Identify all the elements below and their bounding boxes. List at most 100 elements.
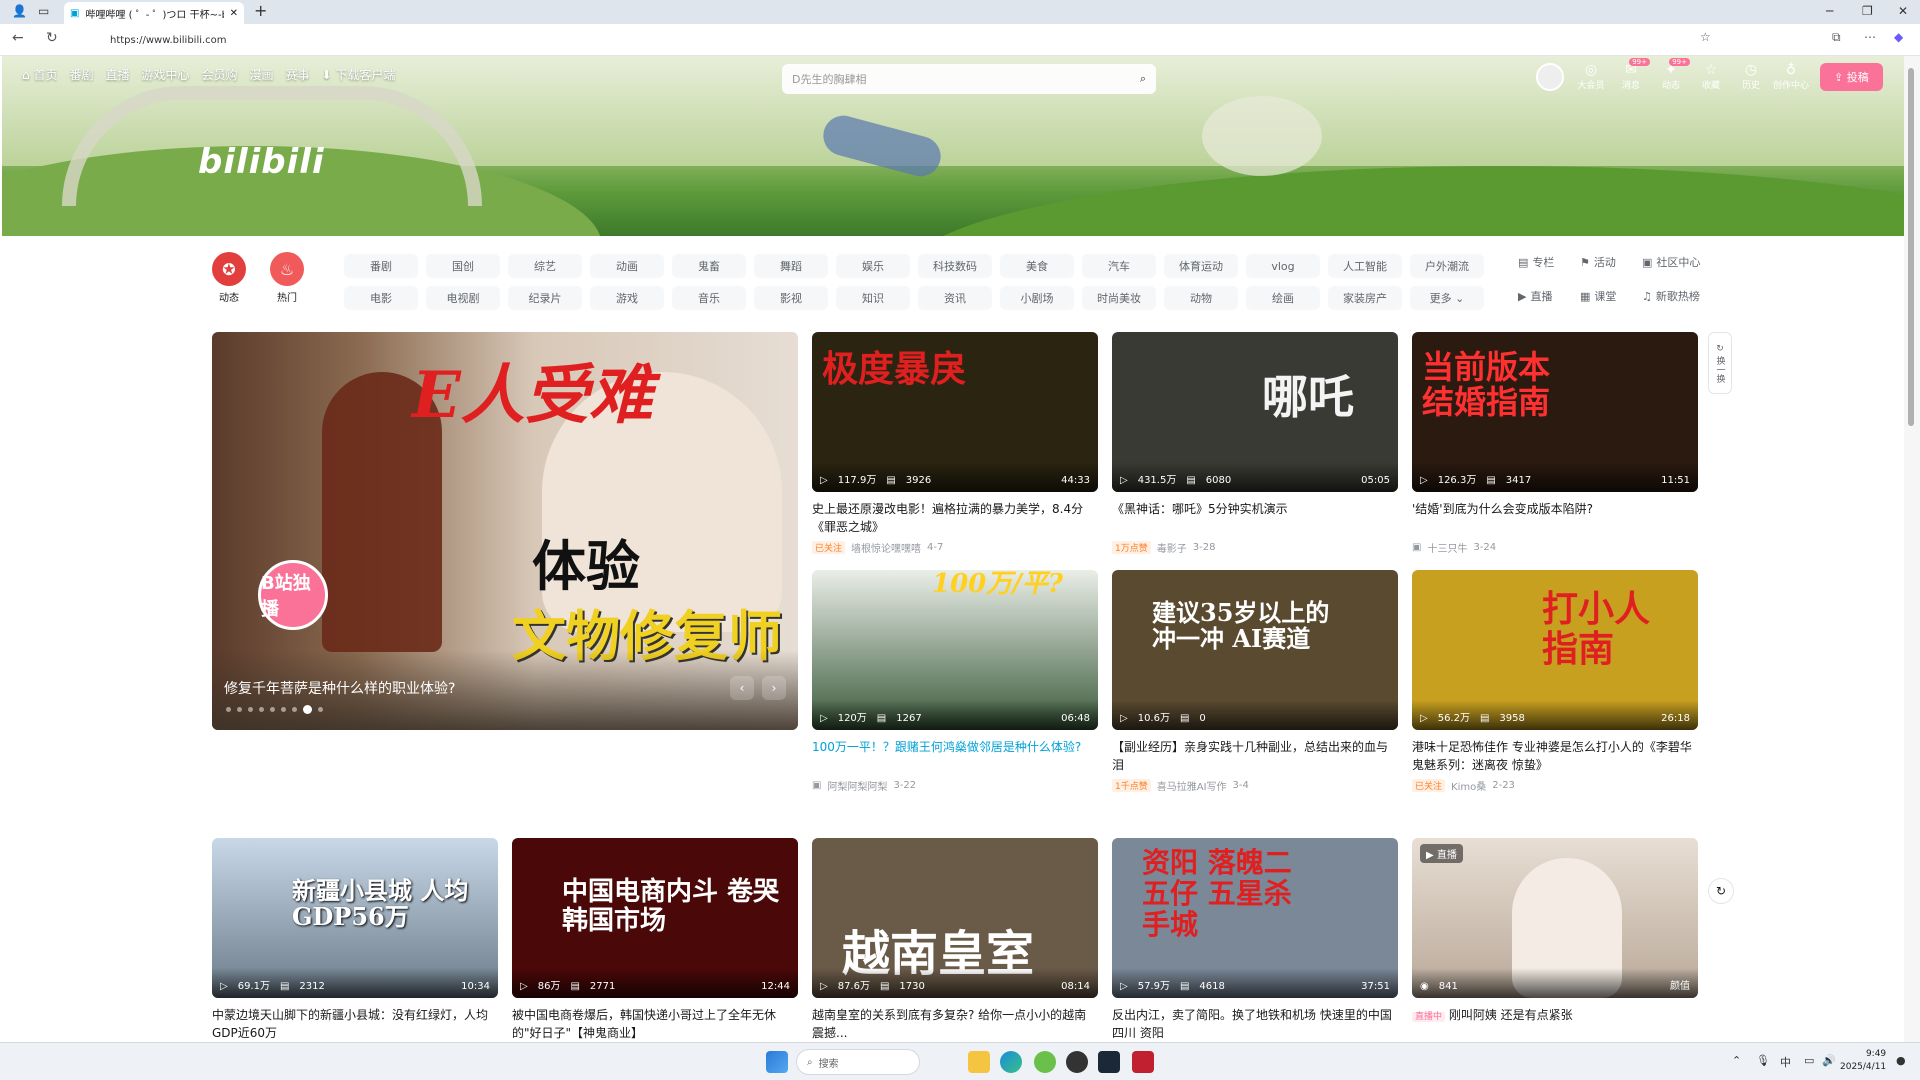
video-title[interactable]: '结婚'到底为什么会变成版本陷阱? [1412, 500, 1698, 536]
channel-item[interactable]: 资讯 [918, 286, 992, 310]
video-title[interactable]: 港味十足恐怖佳作 专业神婆是怎么打小人的《李碧华鬼魅系列：迷离夜 惊蛰》 [1412, 738, 1698, 774]
channel-item[interactable]: 影视 [754, 286, 828, 310]
video-title[interactable]: 中蒙边境天山脚下的新疆小县城：没有红绿灯，人均GDP近60万 [212, 1006, 498, 1042]
carousel-dot[interactable] [248, 707, 253, 712]
channel-item[interactable]: 鬼畜 [672, 254, 746, 278]
uploader-name[interactable]: 毒影子 [1157, 540, 1187, 555]
notification-icon[interactable]: ● [1896, 1054, 1906, 1067]
channel-item[interactable]: 综艺 [508, 254, 582, 278]
channel-item[interactable]: vlog [1246, 254, 1320, 278]
channel-item[interactable]: 动画 [590, 254, 664, 278]
carousel-dot[interactable] [237, 707, 242, 712]
nav-game-center[interactable]: 游戏中心 [141, 66, 189, 83]
nav-match[interactable]: 赛事 [286, 66, 310, 83]
channel-item[interactable]: 电视剧 [426, 286, 500, 310]
uploader-name[interactable]: 阿梨阿梨阿梨 [827, 778, 887, 793]
scrollbar-thumb[interactable] [1908, 68, 1914, 426]
tab-list-icon[interactable]: ▭ [38, 4, 49, 18]
file-explorer-icon[interactable] [968, 1051, 990, 1073]
video-thumbnail[interactable]: 100万/平? ▷ 120万 ▤ 1267 06:48 [812, 570, 1098, 730]
video-thumbnail[interactable]: 极度暴戾 ▷ 117.9万 ▤ 3926 44:33 [812, 332, 1098, 492]
video-title[interactable]: 越南皇室的关系到底有多复杂? 给你一点小小的越南震撼... [812, 1006, 1098, 1042]
live-card[interactable]: ▶ 直播 ◉ 841 颜值 直播中 刚叫阿姨 还是有点紧张 [1412, 838, 1698, 1042]
nav-history[interactable]: ◷ 历史 [1732, 62, 1770, 91]
favorites-icon[interactable]: ☆ [1700, 30, 1711, 44]
video-thumbnail[interactable]: 哪吒 ▷ 431.5万 ▤ 6080 05:05 [1112, 332, 1398, 492]
uploader-name[interactable]: 墙根惊论嘿嘿嘻 [851, 540, 921, 555]
avatar[interactable] [1536, 62, 1564, 91]
video-thumbnail[interactable]: 新疆小县城 人均GDP56万 ▷ 69.1万 ▤ 2312 10:34 [212, 838, 498, 998]
netease-music-icon[interactable] [1132, 1051, 1154, 1073]
side-link-column[interactable]: ▤ 专栏 [1518, 252, 1580, 272]
channel-item[interactable]: 娱乐 [836, 254, 910, 278]
channel-item-home[interactable]: 家装房产 [1328, 286, 1402, 310]
channel-item-outdoor[interactable]: 户外潮流 [1410, 254, 1484, 278]
close-window-icon[interactable]: ✕ [1898, 4, 1908, 18]
chrome-icon[interactable] [1066, 1051, 1088, 1073]
maximize-icon[interactable]: ❐ [1862, 4, 1873, 18]
channel-more-dropdown[interactable]: 更多 ⌄ [1410, 286, 1484, 310]
carousel-prev-button[interactable]: ‹ [730, 676, 754, 700]
profile-icon[interactable]: 👤 [12, 4, 27, 18]
channel-item[interactable]: 美食 [1000, 254, 1074, 278]
video-thumbnail[interactable]: 建议35岁以上的冲一冲 AI赛道 ▷ 10.6万 ▤ 0 [1112, 570, 1398, 730]
wechat-icon[interactable] [1034, 1051, 1056, 1073]
steam-icon[interactable] [1098, 1051, 1120, 1073]
nav-creator[interactable]: ♁ 创作中心 [1772, 62, 1810, 91]
channel-item[interactable]: 番剧 [344, 254, 418, 278]
minimize-icon[interactable]: ─ [1826, 4, 1833, 18]
video-card[interactable]: 新疆小县城 人均GDP56万 ▷ 69.1万 ▤ 2312 10:34 中蒙边境天山脚下… [212, 838, 498, 1042]
nav-bangumi[interactable]: 番剧 [69, 66, 93, 83]
carousel-dot[interactable] [318, 707, 323, 712]
dynamic-channel[interactable]: ✪ 动态 [212, 252, 246, 304]
video-card[interactable]: 极度暴戾 ▷ 117.9万 ▤ 3926 44:33 史上最还原漫改电影！遍格拉满的暴力… [812, 332, 1098, 555]
volume-icon[interactable]: 🔊 [1822, 1054, 1836, 1067]
live-thumbnail[interactable]: ▶ 直播 ◉ 841 颜值 [1412, 838, 1698, 998]
video-title[interactable]: 史上最还原漫改电影！遍格拉满的暴力美学，8.4分《罪恶之城》 [812, 500, 1098, 536]
side-link-activity[interactable]: ⚑ 活动 [1580, 252, 1642, 272]
menu-icon[interactable]: ⋯ [1864, 30, 1876, 44]
tray-chevron-icon[interactable]: ⌃ [1732, 1054, 1741, 1067]
uploader-name[interactable]: 喜马拉雅AI写作 [1157, 778, 1227, 793]
channel-item[interactable]: 音乐 [672, 286, 746, 310]
video-thumbnail[interactable]: 资阳 落魄二五仔 五星杀手城 ▷ 57.9万 ▤ 4618 37:51 [1112, 838, 1398, 998]
live-title[interactable]: 直播中 刚叫阿姨 还是有点紧张 [1412, 1006, 1698, 1042]
channel-item[interactable]: 汽车 [1082, 254, 1156, 278]
search-box[interactable]: D先生的胸肆相 ⌕ [782, 64, 1156, 94]
video-thumbnail[interactable]: 当前版本结婚指南 ▷ 126.3万 ▤ 3417 11:51 [1412, 332, 1698, 492]
nav-live[interactable]: 直播 [105, 66, 129, 83]
carousel-next-button[interactable]: › [762, 676, 786, 700]
search-icon[interactable]: ⌕ [1140, 72, 1146, 86]
hot-channel[interactable]: ♨ 热门 [270, 252, 304, 304]
video-card[interactable]: 资阳 落魄二五仔 五星杀手城 ▷ 57.9万 ▤ 4618 37:51 反出内江，卖了简… [1112, 838, 1398, 1042]
video-title[interactable]: 【副业经历】亲身实践十几种副业，总结出来的血与泪 [1112, 738, 1398, 774]
nav-manga[interactable]: 漫画 [250, 66, 274, 83]
taskbar-clock[interactable]: 9:49 2025/4/11 [1840, 1048, 1886, 1074]
bilibili-logo[interactable]: bilibili [198, 142, 325, 182]
carousel-dot[interactable] [259, 707, 264, 712]
extensions-icon[interactable]: ⧉ [1832, 30, 1841, 45]
page-scrollbar[interactable] [1904, 56, 1920, 1042]
uploader-name[interactable]: Kimo桑 [1451, 778, 1486, 793]
refresh-button[interactable]: ↻ 换一换 [1708, 332, 1732, 394]
carousel-dot[interactable] [270, 707, 275, 712]
channel-item[interactable]: 电影 [344, 286, 418, 310]
carousel-dot[interactable] [226, 707, 231, 712]
side-link-community[interactable]: ▣ 社区中心 [1642, 252, 1704, 272]
nav-dynamic[interactable]: 99+ ✦ 动态 [1652, 58, 1690, 91]
video-thumbnail[interactable]: 打小人指南 ▷ 56.2万 ▤ 3958 26:18 [1412, 570, 1698, 730]
video-card[interactable]: 中国电商内斗 卷哭韩国市场 ▷ 86万 ▤ 2771 12:44 被中国电商卷爆后，韩国… [512, 838, 798, 1042]
side-link-music[interactable]: ♫ 新歌热榜 [1642, 286, 1704, 306]
start-icon[interactable] [766, 1051, 788, 1073]
url-field[interactable]: https://www.bilibili.com [76, 28, 1688, 52]
video-card[interactable]: 打小人指南 ▷ 56.2万 ▤ 3958 26:18 港味十足恐怖佳作 专业神婆是怎么打… [1412, 570, 1698, 793]
nav-favorites[interactable]: ☆ 收藏 [1692, 62, 1730, 91]
mic-icon[interactable]: 🎙 [1756, 1054, 1770, 1067]
nav-vip[interactable]: ◎ 大会员 [1572, 62, 1610, 91]
reload-icon[interactable]: ↻ [46, 30, 58, 46]
refresh-feed-button[interactable]: ↻ [1708, 878, 1734, 904]
video-card[interactable]: 哪吒 ▷ 431.5万 ▤ 6080 05:05 《黑神话：哪吒》5分钟实机演示 1万点… [1112, 332, 1398, 555]
video-card[interactable]: 越南皇室 ▷ 87.6万 ▤ 1730 08:14 越南皇室的关系到底有多复杂? 给你一… [812, 838, 1098, 1042]
carousel-dot[interactable] [281, 707, 286, 712]
upload-button[interactable]: ⇪ 投稿 [1820, 62, 1883, 91]
